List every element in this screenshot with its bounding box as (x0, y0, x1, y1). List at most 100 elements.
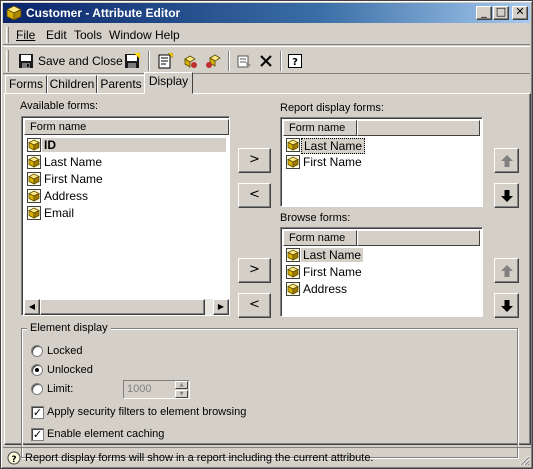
list-item-label: First Name (303, 155, 362, 169)
form-icon (27, 155, 41, 169)
new-form-icon (158, 53, 173, 69)
list-item[interactable]: Last Name (283, 247, 482, 264)
add-label: > (249, 152, 260, 167)
element-caching-checkbox[interactable]: ✓ (31, 428, 44, 441)
scroll-thumb[interactable] (40, 299, 205, 315)
tab-display[interactable]: Display (144, 72, 193, 94)
spin-down-icon: ▼ (179, 391, 184, 397)
report-display-forms-list[interactable]: Form name Last Name First Name (280, 117, 483, 207)
paste-button[interactable] (202, 50, 224, 72)
list-item[interactable]: First Name (283, 154, 482, 171)
remove-from-browse-button[interactable]: < (238, 293, 271, 318)
list-item[interactable]: Address (24, 188, 229, 205)
report-display-forms-label: Report display forms: (280, 102, 384, 114)
toolbar-separator (148, 51, 150, 71)
menu-tools[interactable]: Tools (74, 28, 102, 42)
limit-spinner[interactable]: 1000 ▲ ▼ (123, 380, 190, 399)
browse-column-header[interactable]: Form name (283, 230, 357, 246)
properties-button[interactable] (233, 50, 255, 72)
list-item-label: First Name (303, 265, 362, 279)
window-title: Customer - Attribute Editor (26, 6, 181, 20)
available-forms-column-header[interactable]: Form name (24, 119, 229, 135)
remove-label: < (249, 297, 260, 312)
cube-icon (6, 5, 22, 21)
tab-parents[interactable]: Parents (97, 75, 145, 94)
list-item[interactable]: First Name (24, 171, 229, 188)
add-to-report-button[interactable]: > (238, 148, 271, 173)
menu-edit[interactable]: Edit (46, 28, 67, 42)
list-item[interactable]: Email (24, 205, 229, 222)
minimize-icon: _ (481, 5, 487, 18)
form-icon (27, 206, 41, 220)
tab-children[interactable]: Children (47, 75, 97, 94)
cut-button[interactable] (179, 50, 201, 72)
scroll-left-button[interactable]: ◀ (24, 299, 40, 315)
list-item-label: Address (303, 282, 348, 296)
scroll-right-button[interactable]: ▶ (213, 299, 229, 315)
menu-window[interactable]: Window (109, 28, 152, 42)
delete-button[interactable] (255, 50, 277, 72)
list-item-label: Address (44, 189, 89, 203)
move-down-browse-button[interactable] (494, 293, 519, 318)
security-filters-label[interactable]: Apply security filters to element browsi… (47, 406, 246, 418)
menu-help[interactable]: Help (155, 28, 180, 42)
column-header-label: Form name (30, 121, 87, 133)
toolbar-grip[interactable] (6, 50, 9, 72)
locked-label[interactable]: Locked (47, 345, 82, 357)
move-up-report-button[interactable] (494, 148, 519, 173)
list-item[interactable]: Address (283, 281, 482, 298)
maximize-button[interactable]: □ (493, 6, 509, 20)
menu-grip[interactable] (6, 27, 9, 43)
save-and-close-button[interactable]: Save and Close (15, 50, 123, 72)
list-item[interactable]: First Name (283, 264, 482, 281)
add-to-browse-button[interactable]: > (238, 258, 271, 283)
attribute-editor-window: Customer - Attribute Editor _ □ ✕ File E… (0, 0, 533, 469)
horizontal-scrollbar[interactable]: ◀ ▶ (24, 299, 229, 315)
list-item[interactable]: Last Name (283, 137, 482, 154)
spin-down-button[interactable]: ▼ (175, 390, 188, 398)
limit-radio[interactable] (31, 383, 43, 395)
spin-up-button[interactable]: ▲ (175, 381, 188, 389)
locked-radio[interactable] (31, 345, 43, 357)
tab-display-label: Display (148, 74, 189, 88)
tab-forms-label: Forms (9, 77, 43, 91)
menu-file[interactable]: File (16, 28, 35, 42)
available-forms-label: Available forms: (20, 100, 99, 112)
radio-dot (35, 368, 39, 372)
paste-icon (206, 54, 221, 68)
remove-from-report-button[interactable]: < (238, 183, 271, 208)
help-icon: ? (288, 54, 302, 68)
unlocked-label[interactable]: Unlocked (47, 364, 93, 376)
menu-bar: File Edit Tools Window Help (3, 24, 530, 45)
new-form-button[interactable] (154, 50, 176, 72)
browse-forms-list[interactable]: Form name Last Name First Name Address (280, 227, 483, 317)
close-button[interactable]: ✕ (512, 6, 528, 20)
help-button[interactable]: ? (284, 50, 306, 72)
save-button[interactable] (121, 50, 143, 72)
resize-grip-icon[interactable] (518, 454, 530, 466)
tab-forms[interactable]: Forms (5, 75, 47, 94)
menu-file-label: File (16, 28, 36, 42)
move-up-browse-button[interactable] (494, 258, 519, 283)
form-icon (27, 189, 41, 203)
report-column-header[interactable]: Form name (283, 120, 357, 136)
form-icon (286, 248, 300, 262)
list-item-label: Last Name (301, 248, 364, 262)
svg-text:?: ? (11, 455, 16, 465)
title-bar[interactable]: Customer - Attribute Editor _ □ ✕ (3, 3, 530, 23)
properties-icon (237, 55, 251, 68)
limit-value: 1000 (127, 383, 152, 395)
arrow-left-icon: ◀ (28, 302, 36, 311)
minimize-button[interactable]: _ (476, 6, 492, 20)
unlocked-radio[interactable] (31, 364, 43, 376)
element-caching-label[interactable]: Enable element caching (47, 428, 164, 440)
checkmark-icon: ✓ (32, 428, 43, 441)
limit-label[interactable]: Limit: (47, 383, 73, 395)
available-forms-list[interactable]: Form name ID Last Name First Name Addres… (21, 116, 230, 316)
list-item[interactable]: Last Name (24, 154, 229, 171)
form-icon (27, 138, 41, 152)
list-item[interactable]: ID (24, 137, 229, 154)
move-down-report-button[interactable] (494, 183, 519, 208)
status-bar: ? Report display forms will show in a re… (3, 447, 532, 468)
security-filters-checkbox[interactable]: ✓ (31, 406, 44, 419)
